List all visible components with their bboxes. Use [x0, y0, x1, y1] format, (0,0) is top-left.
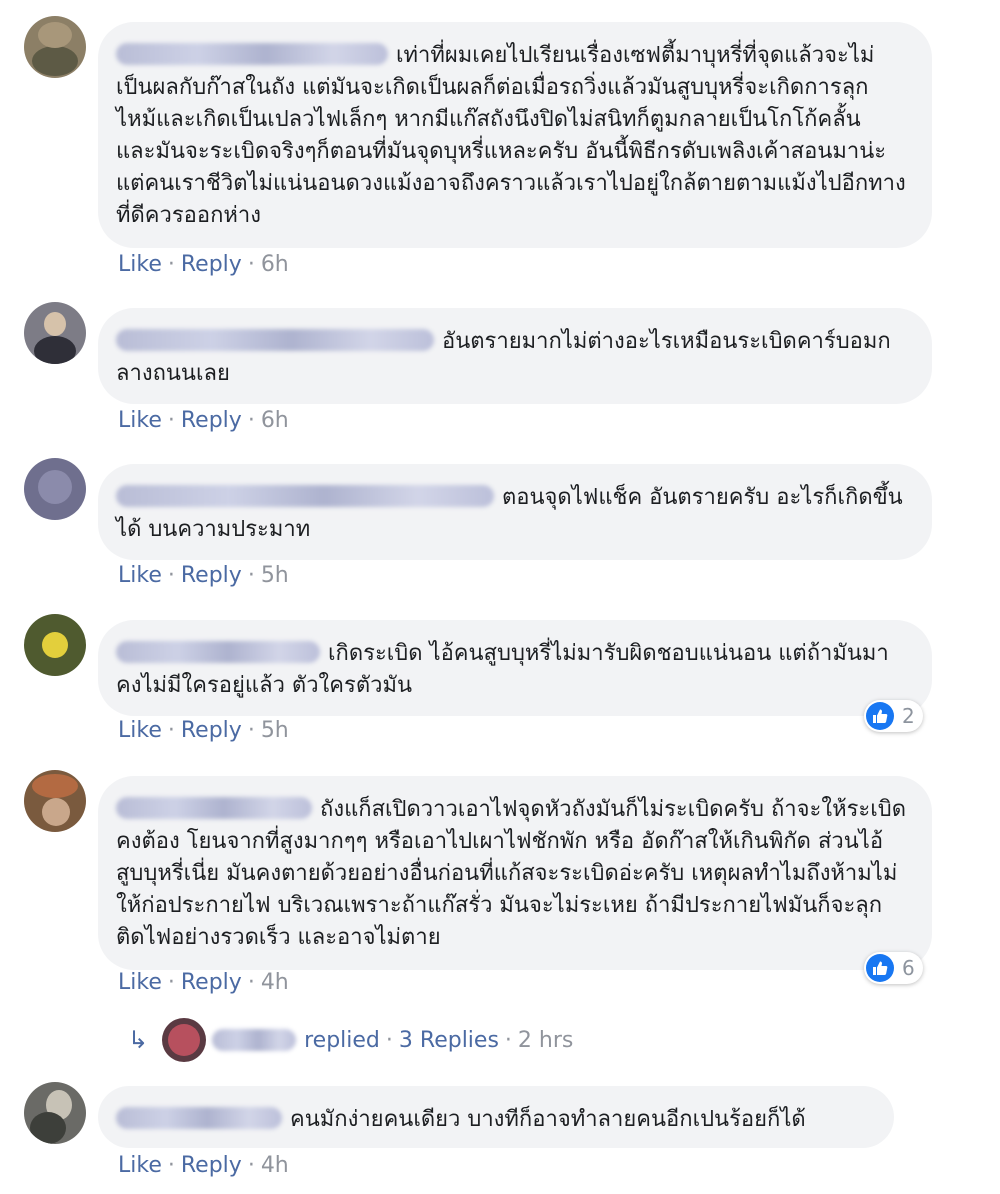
like-icon [866, 954, 894, 982]
like-link[interactable]: Like [118, 970, 162, 995]
like-link[interactable]: Like [118, 408, 162, 433]
replied-label[interactable]: replied [304, 1028, 380, 1053]
comment-bubble: ตอนจุดไฟแช็ค อันตรายครับ อะไรก็เกิดขึ้นไ… [98, 464, 932, 560]
commenter-name[interactable] [116, 43, 388, 65]
comment-time[interactable]: 6h [261, 408, 289, 433]
comment-time[interactable]: 4h [261, 1153, 289, 1178]
like-icon [866, 702, 894, 730]
reply-link[interactable]: Reply [181, 252, 242, 277]
reply-link[interactable]: Reply [181, 408, 242, 433]
comment-bubble: อันตรายมากไม่ต่างอะไรเหมือนระเบิดคาร์บอม… [98, 308, 932, 404]
view-replies-row[interactable]: ↳ replied · 3 Replies · 2 hrs [128, 1018, 573, 1062]
reaction-count[interactable]: 6 [864, 952, 923, 984]
comment-text: เท่าที่ผมเคยไปเรียนเรื่องเซฟตี้มาบุหรี่ท… [116, 43, 906, 228]
comment-actions: Like · Reply · 5h [118, 563, 289, 588]
commenter-name[interactable] [116, 329, 434, 351]
commenter-name[interactable] [116, 797, 312, 819]
comment-text: ถังแก็สเปิดวาวเอาไฟจุดหัวถังมันก็ไม่ระเบ… [116, 797, 906, 950]
avatar [162, 1018, 207, 1062]
like-link[interactable]: Like [118, 252, 162, 277]
commenter-name[interactable] [116, 1107, 282, 1129]
comment-bubble: คนมักง่ายคนเดียว บางทีก็อาจทำลายคนอีกเปน… [98, 1086, 894, 1148]
comment-time[interactable]: 5h [261, 718, 289, 743]
reaction-count[interactable]: 2 [864, 700, 923, 732]
reply-arrow-icon: ↳ [128, 1026, 149, 1054]
avatar[interactable] [24, 1082, 86, 1144]
reply-link[interactable]: Reply [181, 1153, 242, 1178]
like-link[interactable]: Like [118, 563, 162, 588]
reaction-count-value: 6 [902, 956, 915, 980]
avatar[interactable] [24, 770, 86, 832]
comment-time[interactable]: 5h [261, 563, 289, 588]
replies-time[interactable]: 2 hrs [518, 1028, 573, 1053]
comment-bubble: เกิดระเบิด ไอ้คนสูบบุหรี่ไม่มารับผิดชอบแ… [98, 620, 932, 716]
avatar[interactable] [24, 614, 86, 676]
reply-link[interactable]: Reply [181, 563, 242, 588]
comment-actions: Like · Reply · 5h [118, 718, 289, 743]
comment-actions: Like · Reply · 6h [118, 252, 289, 277]
avatar[interactable] [24, 458, 86, 520]
comment-actions: Like · Reply · 6h [118, 408, 289, 433]
comment-bubble: เท่าที่ผมเคยไปเรียนเรื่องเซฟตี้มาบุหรี่ท… [98, 22, 932, 248]
comment-time[interactable]: 4h [261, 970, 289, 995]
avatar[interactable] [24, 16, 86, 78]
comment-time[interactable]: 6h [261, 252, 289, 277]
comment-actions: Like · Reply · 4h [118, 1153, 289, 1178]
avatar[interactable] [24, 302, 86, 364]
comment-text: คนมักง่ายคนเดียว บางทีก็อาจทำลายคนอีกเปน… [290, 1107, 806, 1132]
reaction-count-value: 2 [902, 704, 915, 728]
commenter-name[interactable] [116, 485, 494, 507]
replier-name[interactable] [212, 1029, 297, 1051]
commenter-name[interactable] [116, 641, 320, 663]
reply-link[interactable]: Reply [181, 718, 242, 743]
like-link[interactable]: Like [118, 718, 162, 743]
comment-bubble: ถังแก็สเปิดวาวเอาไฟจุดหัวถังมันก็ไม่ระเบ… [98, 776, 932, 970]
comment-actions: Like · Reply · 4h [118, 970, 289, 995]
reply-link[interactable]: Reply [181, 970, 242, 995]
like-link[interactable]: Like [118, 1153, 162, 1178]
replies-count-link[interactable]: 3 Replies [399, 1028, 499, 1053]
